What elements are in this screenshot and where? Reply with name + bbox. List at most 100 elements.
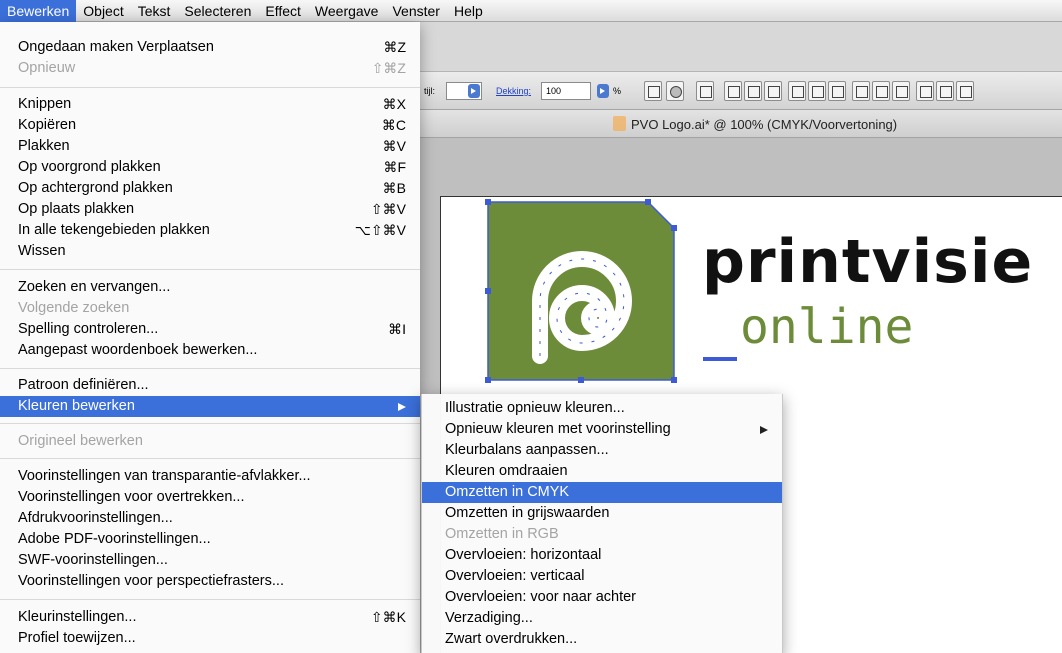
reference-point-icon[interactable]: [696, 81, 714, 101]
menu-help[interactable]: Help: [447, 0, 490, 22]
menu-item-edit-colors[interactable]: Kleuren bewerken: [0, 396, 420, 417]
submenu-item-label: Omzetten in grijswaarden: [445, 505, 610, 521]
menu-item-label: Profiel toewijzen...: [18, 630, 136, 646]
menu-item-paste[interactable]: Plakken ⌘V: [0, 136, 420, 157]
menu-item-define-pattern[interactable]: Patroon definiëren...: [0, 375, 420, 396]
shortcut: ⌘V: [382, 138, 406, 154]
align-center-icon[interactable]: [744, 81, 762, 101]
shortcut: ⌘C: [381, 117, 406, 133]
menu-item-label: Afdrukvoorinstellingen...: [18, 510, 173, 526]
menu-item-cut[interactable]: Knippen ⌘X: [0, 94, 420, 115]
submenu-item-label: Verzadiging...: [445, 610, 533, 626]
distribute-bottom-icon[interactable]: [892, 81, 910, 101]
menu-item-clear[interactable]: Wissen: [0, 241, 420, 262]
menu-item-tracing-presets[interactable]: Voorinstellingen voor overtrekken...: [0, 487, 420, 508]
distribute-left-icon[interactable]: [916, 81, 934, 101]
align-top-icon[interactable]: [788, 81, 806, 101]
submenu-item-blend-horizontally[interactable]: Overvloeien: horizontaal: [422, 545, 782, 566]
menu-venster[interactable]: Venster: [385, 0, 446, 22]
bewerken-menu: Ongedaan maken Verplaatsen ⌘Z Opnieuw ⇧⌘Z …: [0, 22, 420, 653]
shortcut: ⌘X: [382, 96, 406, 112]
shortcut: ⇧⌘K: [370, 609, 406, 625]
logo-underscore[interactable]: [703, 357, 737, 361]
menu-item-copy[interactable]: Kopiëren ⌘C: [0, 115, 420, 136]
align-left-icon[interactable]: [724, 81, 742, 101]
edit-colors-submenu: Illustratie opnieuw kleuren... Opnieuw k…: [421, 394, 783, 653]
menu-item-edit-custom-dictionary[interactable]: Aangepast woordenboek bewerken...: [0, 340, 420, 361]
menu-item-paste-in-front[interactable]: Op voorgrond plakken ⌘F: [0, 157, 420, 178]
menu-separator: [0, 423, 420, 424]
menu-effect[interactable]: Effect: [258, 0, 308, 22]
menu-item-label: Op plaats plakken: [18, 201, 135, 217]
submenu-item-adjust-color-balance[interactable]: Kleurbalans aanpassen...: [422, 440, 782, 461]
shortcut: ⌘I: [388, 321, 406, 337]
menu-item-perspective-grid-presets[interactable]: Voorinstellingen voor perspectiefrasters…: [0, 571, 420, 592]
menu-item-paste-in-place[interactable]: Op plaats plakken ⇧⌘V: [0, 199, 420, 220]
opacity-label[interactable]: Dekking:: [496, 86, 531, 96]
distribute-top-icon[interactable]: [852, 81, 870, 101]
menu-item-undo[interactable]: Ongedaan maken Verplaatsen ⌘Z: [0, 37, 420, 58]
submenu-arrow-icon: [760, 426, 768, 434]
submenu-item-convert-to-grayscale[interactable]: Omzetten in grijswaarden: [422, 503, 782, 524]
illustrator-file-icon: [613, 116, 626, 131]
menu-item-label: Knippen: [18, 96, 72, 112]
submenu-item-recolor-artwork[interactable]: Illustratie opnieuw kleuren...: [422, 398, 782, 419]
menu-item-assign-profile[interactable]: Profiel toewijzen...: [0, 628, 420, 649]
shortcut: ⌘Z: [383, 39, 406, 55]
menu-item-label: Voorinstellingen voor perspectiefrasters…: [18, 573, 284, 589]
distribute-middle-icon[interactable]: [872, 81, 890, 101]
menu-selecteren[interactable]: Selecteren: [177, 0, 258, 22]
menu-separator: [0, 599, 420, 600]
distribute-center-icon[interactable]: [936, 81, 954, 101]
menu-weergave[interactable]: Weergave: [308, 0, 386, 22]
distribute-right-icon[interactable]: [956, 81, 974, 101]
align-bottom-icon[interactable]: [828, 81, 846, 101]
control-bar: tijl: Dekking: 100 %: [420, 72, 1062, 110]
document-tab[interactable]: PVO Logo.ai* @ 100% (CMYK/Voorvertoning): [420, 110, 1062, 138]
submenu-item-recolor-with-preset[interactable]: Opnieuw kleuren met voorinstelling: [422, 419, 782, 440]
shortcut: ⇧⌘Z: [371, 60, 406, 76]
menu-item-label: Aangepast woordenboek bewerken...: [18, 342, 258, 358]
menu-item-swf-presets[interactable]: SWF-voorinstellingen...: [0, 550, 420, 571]
menu-item-find-replace[interactable]: Zoeken en vervangen...: [0, 277, 420, 298]
style-label: tijl:: [424, 86, 435, 96]
shortcut: ⇧⌘V: [370, 201, 406, 217]
shortcut: ⌥⇧⌘V: [354, 222, 406, 238]
menu-bewerken[interactable]: Bewerken: [0, 0, 77, 22]
submenu-item-blend-front-to-back[interactable]: Overvloeien: voor naar achter: [422, 587, 782, 608]
menu-item-label: Wissen: [18, 243, 66, 259]
menu-item-label: Op voorgrond plakken: [18, 159, 161, 175]
opacity-input[interactable]: 100: [541, 82, 591, 100]
align-right-icon[interactable]: [764, 81, 782, 101]
menu-item-transparency-flattener-presets[interactable]: Voorinstellingen van transparantie-afvla…: [0, 466, 420, 487]
menu-item-print-presets[interactable]: Afdrukvoorinstellingen...: [0, 508, 420, 529]
logo-text-online[interactable]: online: [740, 303, 913, 351]
opacity-dropdown-button[interactable]: [597, 84, 609, 98]
menu-item-pdf-presets[interactable]: Adobe PDF-voorinstellingen...: [0, 529, 420, 550]
submenu-item-label: Illustratie opnieuw kleuren...: [445, 400, 625, 416]
menu-item-paste-on-all-artboards[interactable]: In alle tekengebieden plakken ⌥⇧⌘V: [0, 220, 420, 241]
logo-text-printvisie[interactable]: printvisie: [702, 232, 1033, 292]
menu-item-label: Volgende zoeken: [18, 300, 130, 316]
menu-item-edit-original: Origineel bewerken: [0, 431, 420, 452]
style-dropdown-button[interactable]: [468, 84, 480, 98]
submenu-item-blend-vertically[interactable]: Overvloeien: verticaal: [422, 566, 782, 587]
submenu-item-convert-to-rgb: Omzetten in RGB: [422, 524, 782, 545]
menu-object[interactable]: Object: [76, 0, 130, 22]
menu-tekst[interactable]: Tekst: [131, 0, 178, 22]
recolor-artwork-icon[interactable]: [644, 81, 662, 101]
menu-separator: [0, 87, 420, 88]
submenu-item-convert-to-cmyk[interactable]: Omzetten in CMYK: [422, 482, 782, 503]
menu-item-label: Spelling controleren...: [18, 321, 159, 337]
submenu-item-overprint-black[interactable]: Zwart overdrukken...: [422, 629, 782, 650]
isolate-object-icon[interactable]: [666, 81, 684, 101]
align-middle-icon[interactable]: [808, 81, 826, 101]
menu-item-check-spelling[interactable]: Spelling controleren... ⌘I: [0, 319, 420, 340]
submenu-item-label: Overvloeien: horizontaal: [445, 547, 602, 563]
menu-item-color-settings[interactable]: Kleurinstellingen... ⇧⌘K: [0, 607, 420, 628]
percent-label: %: [613, 86, 622, 96]
submenu-item-saturate[interactable]: Verzadiging...: [422, 608, 782, 629]
submenu-item-invert-colors[interactable]: Kleuren omdraaien: [422, 461, 782, 482]
menu-item-paste-in-back[interactable]: Op achtergrond plakken ⌘B: [0, 178, 420, 199]
menu-item-label: Zoeken en vervangen...: [18, 279, 171, 295]
